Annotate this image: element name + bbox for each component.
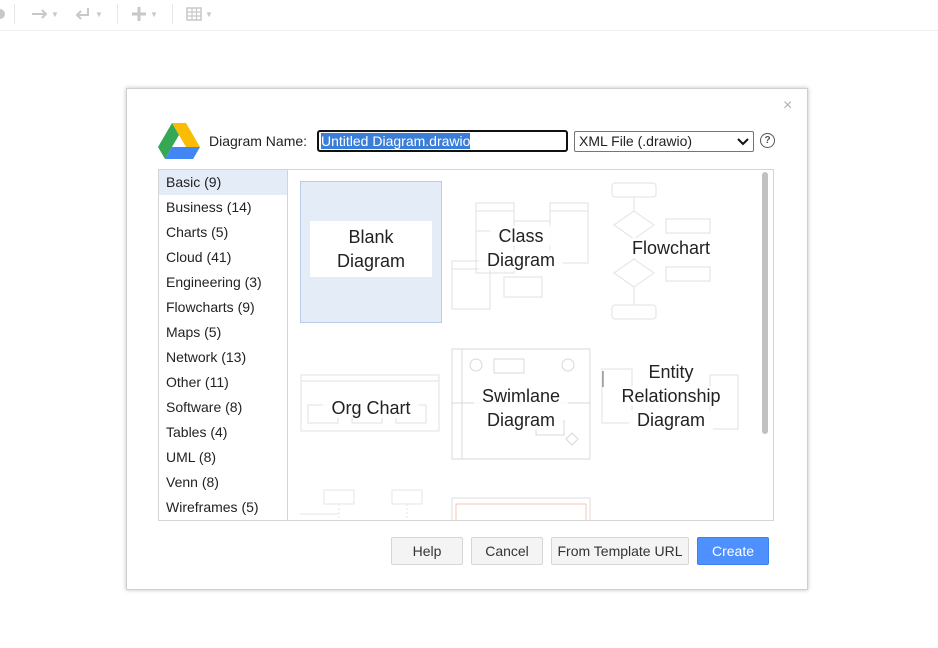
template-flowchart[interactable]: Flowchart — [600, 181, 742, 323]
diagram-name-label: Diagram Name: — [209, 133, 308, 149]
undo-icon[interactable]: ▼ — [30, 4, 59, 24]
file-format-select[interactable]: XML File (.drawio) — [574, 131, 754, 152]
google-drive-icon — [158, 123, 200, 165]
help-icon[interactable]: ? — [760, 133, 775, 148]
plus-icon[interactable]: ▼ — [131, 4, 158, 24]
template-blank-diagram[interactable]: Blank Diagram — [300, 181, 442, 323]
template-label: Entity Relationship Diagram — [600, 360, 742, 432]
toolbar-divider — [14, 4, 15, 24]
chevron-down-icon: ▼ — [95, 9, 103, 19]
template-label: Blank Diagram — [336, 227, 406, 271]
cancel-button[interactable]: Cancel — [471, 537, 543, 565]
category-tables[interactable]: Tables (4) — [159, 420, 288, 445]
diagram-name-value: Untitled Diagram.drawio — [321, 133, 471, 149]
chevron-down-icon — [737, 138, 749, 146]
chevron-down-icon: ▼ — [205, 9, 213, 19]
category-cloud[interactable]: Cloud (41) — [159, 245, 288, 270]
template-row3-item1[interactable] — [300, 488, 442, 520]
template-label: Swimlane Diagram — [450, 384, 592, 432]
category-network[interactable]: Network (13) — [159, 345, 288, 370]
close-icon[interactable]: × — [783, 98, 792, 114]
template-label: Class Diagram — [450, 224, 592, 272]
category-software[interactable]: Software (8) — [159, 395, 288, 420]
toolbar-divider — [117, 4, 118, 24]
thumbnail-partial — [451, 497, 591, 520]
category-other[interactable]: Other (11) — [159, 370, 288, 395]
template-org-chart[interactable]: Org Chart — [300, 341, 442, 483]
category-wireframes[interactable]: Wireframes (5) — [159, 495, 288, 520]
chevron-down-icon: ▼ — [51, 9, 59, 19]
scrollbar[interactable] — [762, 172, 768, 434]
template-row3-item2[interactable] — [450, 488, 592, 520]
create-button[interactable]: Create — [697, 537, 769, 565]
from-template-url-button[interactable]: From Template URL — [551, 537, 689, 565]
toolbar-divider — [172, 4, 173, 24]
toolbar: ▼ ▼ ▼ ▼ — [0, 0, 938, 31]
table-icon[interactable]: ▼ — [186, 4, 213, 24]
chevron-down-icon: ▼ — [150, 9, 158, 19]
diagram-name-input[interactable]: Untitled Diagram.drawio — [317, 130, 568, 152]
template-class-diagram[interactable]: Class Diagram — [450, 181, 592, 323]
category-uml[interactable]: UML (8) — [159, 445, 288, 470]
category-business[interactable]: Business (14) — [159, 195, 288, 220]
template-label: Flowchart — [600, 236, 742, 260]
category-charts[interactable]: Charts (5) — [159, 220, 288, 245]
file-format-value: XML File (.drawio) — [579, 133, 693, 149]
help-button[interactable]: Help — [391, 537, 463, 565]
template-grid: Blank Diagram Class Diagram Flowchart Or… — [287, 169, 774, 521]
category-basic[interactable]: Basic (9) — [159, 170, 288, 195]
template-label: Org Chart — [300, 396, 442, 420]
template-swimlane-diagram[interactable]: Swimlane Diagram — [450, 341, 592, 483]
category-maps[interactable]: Maps (5) — [159, 320, 288, 345]
category-list: Basic (9) Business (14) Charts (5) Cloud… — [158, 169, 288, 521]
redo-icon[interactable]: ▼ — [74, 4, 103, 24]
template-entity-relationship-diagram[interactable]: Entity Relationship Diagram — [600, 341, 742, 483]
toolbar-dot-icon — [0, 4, 6, 24]
new-diagram-dialog: × Diagram Name: Untitled Diagram.drawio … — [126, 88, 808, 590]
category-venn[interactable]: Venn (8) — [159, 470, 288, 495]
thumbnail-partial — [300, 489, 423, 520]
category-engineering[interactable]: Engineering (3) — [159, 270, 288, 295]
category-flowcharts[interactable]: Flowcharts (9) — [159, 295, 288, 320]
